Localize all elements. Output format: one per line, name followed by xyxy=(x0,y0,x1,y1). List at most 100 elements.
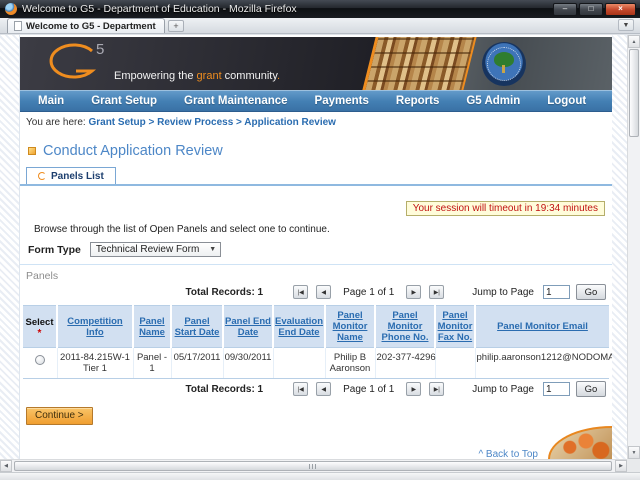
department-of-education-seal xyxy=(482,42,526,86)
caret-up-icon: ^ xyxy=(478,449,483,459)
first-page-button[interactable]: |◀ xyxy=(293,285,308,299)
form-type-selected-value: Technical Review Form xyxy=(96,244,199,255)
nav-logout[interactable]: Logout xyxy=(547,95,586,107)
close-button[interactable]: × xyxy=(605,3,636,16)
session-timeout-message: Your session will timeout in 19:34 minut… xyxy=(406,201,605,216)
scrollbar-grip xyxy=(309,464,317,469)
new-tab-button[interactable]: + xyxy=(168,20,184,32)
continue-button[interactable]: Continue > xyxy=(26,407,93,425)
col-competition-info-link[interactable]: Competition Info xyxy=(67,316,122,338)
panels-section-label: Panels xyxy=(26,270,612,282)
minimize-button[interactable]: – xyxy=(553,3,577,16)
classroom-corner-image xyxy=(548,426,612,459)
horizontal-scrollbar-thumb[interactable] xyxy=(14,461,612,471)
col-monitor-fax-link[interactable]: Panel Monitor Fax No. xyxy=(438,310,473,343)
content-tabs: Panels List xyxy=(20,168,612,186)
section-divider xyxy=(20,264,612,265)
tab-panels-list-label: Panels List xyxy=(51,171,104,182)
col-competition-info: Competition Info xyxy=(57,306,133,348)
nav-payments[interactable]: Payments xyxy=(315,95,369,107)
tab-panels-list[interactable]: Panels List xyxy=(26,167,116,184)
scroll-left-button[interactable]: ◀ xyxy=(0,460,12,472)
tagline-period: . xyxy=(277,70,280,82)
next-page-button-bottom[interactable]: ▶ xyxy=(406,382,421,396)
go-button-bottom[interactable]: Go xyxy=(576,381,606,397)
page-viewport: 5 Empowering the grant community. Main G… xyxy=(0,35,640,459)
vertical-scrollbar[interactable]: ▲ ▼ xyxy=(627,35,640,459)
cell-competition-info: 2011-84.215W-1 Tier 1 xyxy=(57,348,133,379)
prev-page-button-bottom[interactable]: ◀ xyxy=(316,382,331,396)
jump-to-page-label: Jump to Page xyxy=(472,287,534,298)
horizontal-scrollbar[interactable]: ◀ ▶ xyxy=(0,459,640,472)
session-row: Your session will timeout in 19:34 minut… xyxy=(20,198,612,214)
page-indicator-bottom: Page 1 of 1 xyxy=(343,384,394,395)
scroll-down-button[interactable]: ▼ xyxy=(628,446,640,459)
col-panel-name-link[interactable]: Panel Name xyxy=(139,316,165,338)
back-to-top-label: Back to Top xyxy=(486,449,538,459)
back-to-top-row: ^ Back to Top xyxy=(20,449,612,459)
next-page-button[interactable]: ▶ xyxy=(406,285,421,299)
col-monitor-email-link[interactable]: Panel Monitor Email xyxy=(497,321,588,332)
page-icon xyxy=(14,21,22,31)
page-title: Conduct Application Review xyxy=(28,143,612,159)
col-select-label: Select xyxy=(26,317,54,328)
col-monitor-fax: Panel Monitor Fax No. xyxy=(435,306,475,348)
col-monitor-name: Panel Monitor Name xyxy=(325,306,375,348)
firefox-icon xyxy=(5,3,17,15)
col-monitor-email: Panel Monitor Email xyxy=(475,306,609,348)
nav-grant-maintenance[interactable]: Grant Maintenance xyxy=(184,95,288,107)
cell-panel-end-date: 09/30/2011 xyxy=(223,348,273,379)
form-type-label: Form Type xyxy=(28,244,81,256)
page-content: 5 Empowering the grant community. Main G… xyxy=(20,35,612,459)
col-monitor-phone-link[interactable]: Panel Monitor Phone No. xyxy=(382,310,429,343)
breadcrumb-path[interactable]: Grant Setup > Review Process > Applicati… xyxy=(88,117,336,128)
g5-logo-five: 5 xyxy=(96,41,104,58)
first-page-button-bottom[interactable]: |◀ xyxy=(293,382,308,396)
maximize-button[interactable]: □ xyxy=(579,3,603,16)
page-title-text: Conduct Application Review xyxy=(43,143,223,159)
col-select: Select* xyxy=(23,306,57,348)
form-type-select[interactable]: Technical Review Form ▼ xyxy=(90,242,221,257)
bookshelf-image xyxy=(362,37,478,90)
browser-tab-active[interactable]: Welcome to G5 - Department of Edu... xyxy=(7,18,165,33)
jump-to-page-input-bottom[interactable] xyxy=(543,382,570,396)
window-controls: – □ × xyxy=(553,3,636,16)
cell-monitor-email: philip.aaronson1212@NODOMAIN xyxy=(475,348,609,379)
nav-main[interactable]: Main xyxy=(38,95,64,107)
vertical-scrollbar-thumb[interactable] xyxy=(629,49,639,137)
total-records: Total Records: 1 xyxy=(186,287,264,298)
cell-evaluation-end-date xyxy=(273,348,325,379)
cell-panel-start-date: 05/17/2011 xyxy=(171,348,223,379)
chevron-down-icon: ▼ xyxy=(209,246,216,253)
pagination-bottom: Total Records: 1 |◀ ◀ Page 1 of 1 ▶ ▶| J… xyxy=(20,379,612,399)
scroll-right-button[interactable]: ▶ xyxy=(615,460,627,472)
nav-reports[interactable]: Reports xyxy=(396,95,439,107)
cell-monitor-name: Philip B Aaronson xyxy=(325,348,375,379)
panel-select-radio[interactable] xyxy=(35,355,45,365)
bullet-icon xyxy=(28,147,36,155)
col-panel-start-date-link[interactable]: Panel Start Date xyxy=(175,316,220,338)
breadcrumb-prefix: You are here: xyxy=(26,117,86,128)
g5-mini-icon xyxy=(38,172,46,180)
prev-page-button[interactable]: ◀ xyxy=(316,285,331,299)
form-type-row: Form Type Technical Review Form ▼ xyxy=(28,242,612,257)
last-page-button[interactable]: ▶| xyxy=(429,285,444,299)
list-tabs-button[interactable]: ▼ xyxy=(618,19,634,31)
col-monitor-phone: Panel Monitor Phone No. xyxy=(375,306,435,348)
last-page-button-bottom[interactable]: ▶| xyxy=(429,382,444,396)
back-to-top-link[interactable]: ^ Back to Top xyxy=(478,449,538,459)
firefox-window: Welcome to G5 - Department of Education … xyxy=(0,0,640,480)
scroll-up-button[interactable]: ▲ xyxy=(628,35,640,48)
cell-monitor-phone: 202-377-4296 xyxy=(375,348,435,379)
nav-g5-admin[interactable]: G5 Admin xyxy=(466,95,520,107)
tagline-post: community xyxy=(222,70,277,82)
go-button[interactable]: Go xyxy=(576,284,606,300)
jump-to-page-input[interactable] xyxy=(543,285,570,299)
g5-header-banner: 5 Empowering the grant community. xyxy=(20,37,612,90)
col-panel-end-date-link[interactable]: Panel End Date xyxy=(225,316,271,338)
nav-grant-setup[interactable]: Grant Setup xyxy=(91,95,157,107)
col-panel-start-date: Panel Start Date xyxy=(171,306,223,348)
col-evaluation-end-date-link[interactable]: Evaluation End Date xyxy=(275,316,323,338)
col-evaluation-end-date: Evaluation End Date xyxy=(273,306,325,348)
col-monitor-name-link[interactable]: Panel Monitor Name xyxy=(333,310,368,343)
